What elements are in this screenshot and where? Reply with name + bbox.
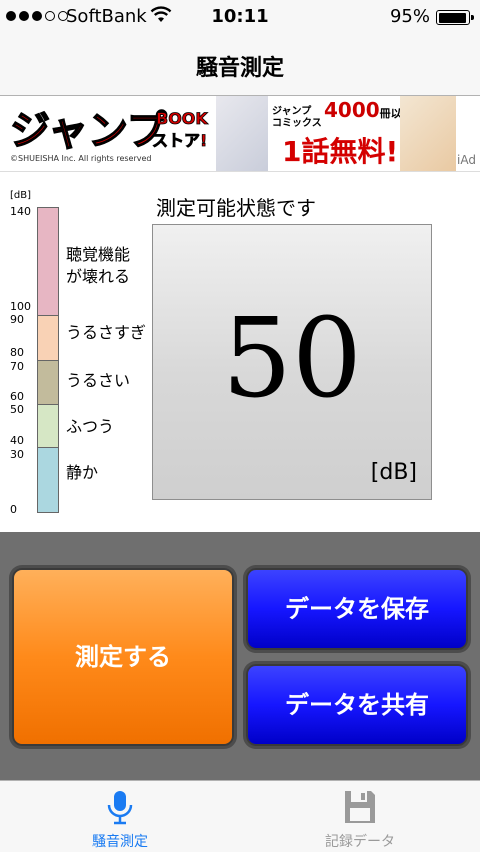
scale-band-loud [37, 360, 59, 405]
scale-unit-label: [dB] [10, 190, 32, 201]
ad-character-illustration-2 [400, 96, 456, 171]
svg-text:BOOK: BOOK [156, 109, 208, 128]
decibel-unit: [dB] [370, 460, 417, 485]
scale-label-deafening: 聴覚機能 が壊れる [66, 245, 131, 286]
svg-text:ジャンプ: ジャンプ [10, 108, 167, 154]
action-panel: 測定する データを保存 データを共有 [0, 532, 480, 780]
scale-tick: 90 [10, 313, 24, 326]
battery-icon [436, 10, 474, 25]
measurement-status: 測定可能状態です [156, 196, 316, 220]
decibel-value: 50 [222, 294, 362, 422]
measure-button[interactable]: 測定する [12, 568, 234, 746]
scale-band-too-loud [37, 315, 59, 361]
scale-label-normal: ふつう [66, 417, 115, 436]
scale-tick: 40 [10, 434, 24, 447]
ad-copyright: ©SHUEISHA Inc. All rights reserved [10, 154, 152, 163]
status-bar: SoftBank 10:11 95% [0, 0, 480, 36]
ad-banner[interactable]: ジャンプ BOOK ストア! ©SHUEISHA Inc. All rights… [0, 96, 480, 172]
ad-subheadline: コミックス [272, 118, 322, 129]
scale-label-too-loud: うるさすぎ [66, 323, 147, 342]
decibel-display: 50 [dB] [152, 224, 432, 500]
scale-label-loud: うるさい [66, 371, 131, 390]
scale-label-quiet: 静か [66, 463, 99, 482]
iad-label: iAd [457, 153, 476, 167]
jump-book-store-logo: ジャンプ BOOK ストア! [6, 102, 212, 154]
battery-percentage: 95% [389, 6, 430, 27]
ad-character-illustration [216, 96, 268, 171]
navigation-bar: 騒音測定 [0, 36, 480, 96]
scale-tick: 0 [10, 503, 17, 516]
save-data-button[interactable]: データを保存 [246, 568, 468, 650]
scale-tick: 50 [10, 403, 24, 416]
tab-recorded-data[interactable]: 記録データ [240, 781, 480, 852]
scale-band-normal [37, 404, 59, 448]
microphone-icon [107, 791, 133, 825]
share-data-button[interactable]: データを共有 [246, 664, 468, 746]
svg-text:ストア!: ストア! [152, 131, 207, 150]
tab-bar: 騒音測定 記録データ [0, 780, 480, 852]
scale-band-deafening [37, 207, 59, 316]
tab-label: 騒音測定 [92, 834, 148, 850]
scale-tick: 70 [10, 360, 24, 373]
scale-tick: 80 [10, 346, 24, 359]
floppy-disk-icon [345, 791, 375, 823]
page-title: 騒音測定 [195, 56, 284, 81]
scale-tick: 60 [10, 390, 24, 403]
scale-band-quiet [37, 447, 59, 513]
tab-label: 記録データ [325, 834, 395, 850]
scale-tick: 100 [10, 300, 31, 313]
scale-tick: 30 [10, 448, 24, 461]
scale-tick: 140 [10, 205, 31, 218]
tab-noise-measurement[interactable]: 騒音測定 [0, 781, 240, 852]
